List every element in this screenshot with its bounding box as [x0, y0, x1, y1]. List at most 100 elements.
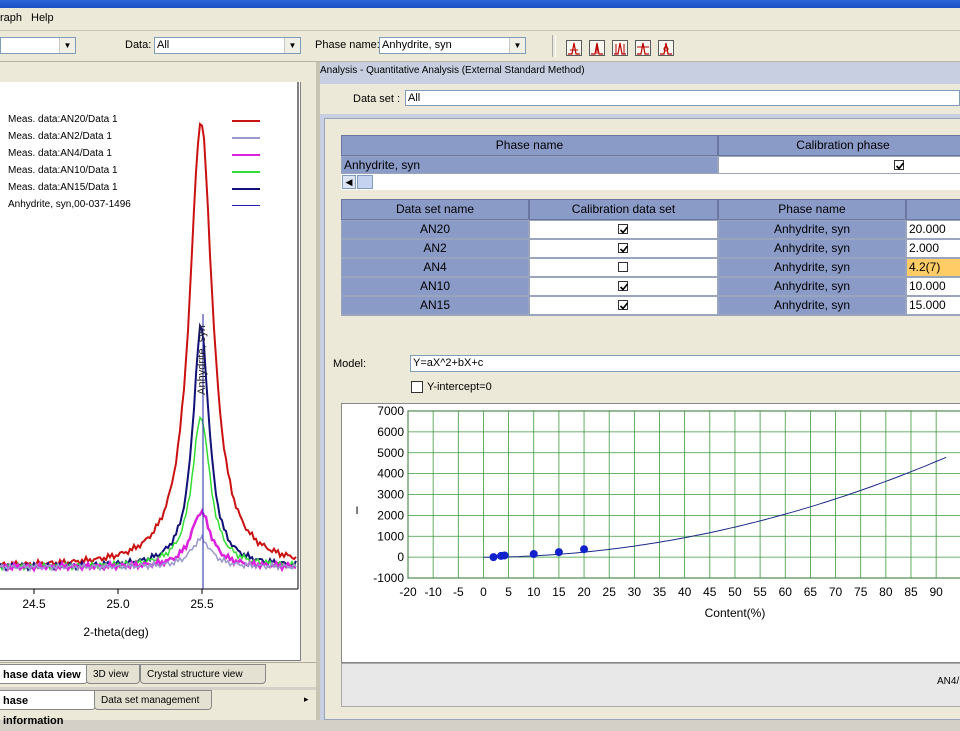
peak-icon [637, 42, 649, 55]
calibration-data-checkbox[interactable] [618, 300, 629, 310]
data-row-phase[interactable]: Anhydrite, syn [718, 258, 906, 277]
data-combo[interactable]: All ▼ [154, 37, 301, 54]
menu-graph[interactable]: raph [0, 12, 22, 24]
dataset-label: Data set : [353, 93, 401, 105]
tab-phase-data-view[interactable]: hase data view [0, 664, 88, 684]
dataset-row: Data set : All [320, 84, 960, 114]
data-point[interactable] [489, 553, 498, 562]
calibration-chart-canvas: -20 -10 -5 0 5 10 15 20 25 30 35 40 45 50 55 60 65 70 75 80… [355, 404, 960, 620]
data-row-calibration[interactable] [529, 239, 718, 258]
x-tick-label: 55 [753, 585, 767, 599]
calibration-data-checkbox[interactable] [618, 224, 629, 234]
data-row-content[interactable]: 2.000 [906, 239, 960, 258]
calibration-data-checkbox[interactable] [618, 281, 629, 291]
data-row-calibration[interactable] [529, 296, 718, 315]
x-tick-label: 70 [829, 585, 843, 599]
data-row-phase[interactable]: Anhydrite, syn [718, 220, 906, 239]
data-row-content[interactable]: 4.2(7) [906, 258, 960, 277]
chart-footer: AN4/ [341, 663, 960, 707]
phase-table-cell-name[interactable]: Anhydrite, syn [341, 156, 718, 174]
y-axis-label: I [355, 505, 358, 517]
y-tick-label: 5000 [377, 446, 404, 460]
data-row-content[interactable]: 10.000 [906, 277, 960, 296]
peak-icon [591, 42, 603, 55]
x-tick-label: 45 [703, 585, 717, 599]
data-point[interactable] [500, 551, 509, 560]
tab-phase-information[interactable]: hase information [0, 690, 96, 727]
data-point[interactable] [529, 549, 538, 558]
x-tick-label: 20 [577, 585, 591, 599]
data-row-name[interactable]: AN15 [341, 296, 529, 315]
chevron-right-icon[interactable]: ▸ [304, 694, 309, 705]
data-row-calibration[interactable] [529, 258, 718, 277]
toolbar: ▼ Data: All ▼ Phase name: Anhydrite, syn… [0, 31, 960, 62]
phase-table-scrollbar[interactable]: ◀ [341, 174, 960, 190]
phase-table-cell-calibration[interactable] [718, 156, 960, 174]
y-tick-label: 6000 [377, 425, 404, 439]
data-row-phase[interactable]: Anhydrite, syn [718, 296, 906, 315]
data-row-content[interactable]: 20.000 [906, 220, 960, 239]
peak-tool-5-button[interactable] [658, 40, 674, 56]
data-row-name[interactable]: AN2 [341, 239, 529, 258]
peak-tool-3-button[interactable] [612, 40, 628, 56]
view-tabs: hase data view 3D view Crystal structure… [0, 662, 316, 687]
peak-tool-1-button[interactable] [566, 40, 582, 56]
y-intercept-checkbox[interactable] [411, 381, 423, 393]
phase-table-header-name: Phase name [341, 135, 718, 156]
data-row-name[interactable]: AN4 [341, 258, 529, 277]
x-tick-label: 50 [728, 585, 742, 599]
model-input[interactable]: Y=aX^2+bX+c [410, 355, 960, 372]
chevron-down-icon[interactable]: ▼ [59, 38, 75, 53]
calibration-chart[interactable]: -20 -10 -5 0 5 10 15 20 25 30 35 40 45 50 55 60 65 70 75 80… [341, 403, 960, 663]
scroll-thumb[interactable] [357, 175, 373, 189]
data-row-content[interactable]: 15.000 [906, 296, 960, 315]
left-combo[interactable]: ▼ [0, 37, 76, 54]
data-point[interactable] [580, 545, 589, 554]
y-tick-label: -1000 [373, 571, 404, 585]
tab-data-set-management[interactable]: Data set management [94, 690, 212, 710]
x-tick-label: 75 [854, 585, 868, 599]
peak-tool-2-button[interactable] [589, 40, 605, 56]
data-row-name[interactable]: AN20 [341, 220, 529, 239]
y-tick-label: 7000 [377, 404, 404, 418]
data-row-calibration[interactable] [529, 220, 718, 239]
tab-3d-view[interactable]: 3D view [86, 664, 140, 684]
data-row-phase[interactable]: Anhydrite, syn [718, 239, 906, 258]
calibration-data-checkbox[interactable] [618, 243, 629, 253]
x-axis-label: 2-theta(deg) [83, 625, 148, 639]
diffraction-plot-canvas: 24.5 25.0 25.5 Anhydrite, syn 2-theta(deg) [0, 82, 299, 639]
x-tick-label: 10 [527, 585, 541, 599]
chevron-down-icon[interactable]: ▼ [509, 38, 525, 53]
diffraction-plot[interactable]: Meas. data:AN20/Data 1 Meas. data:AN2/Dat… [0, 82, 301, 661]
x-tick-label: 65 [804, 585, 818, 599]
peak-tool-4-button[interactable] [635, 40, 651, 56]
toolbar-separator [552, 35, 556, 57]
chevron-down-icon[interactable]: ▼ [284, 38, 300, 53]
x-tick-label: 25.5 [190, 597, 214, 611]
analysis-pane: Analysis - Quantitative Analysis (Extern… [320, 62, 960, 720]
x-tick-label: 25 [603, 585, 617, 599]
peak-label: Anhydrite, syn [196, 325, 208, 395]
x-tick-label: 85 [904, 585, 918, 599]
menu-help[interactable]: Help [31, 12, 54, 24]
check-icon [619, 245, 629, 253]
phase-name-label: Phase name: [315, 39, 380, 51]
check-icon [895, 162, 905, 170]
data-table-empty-area [341, 315, 960, 346]
phase-table-header-calibration: Calibration phase [718, 135, 960, 156]
data-row-name[interactable]: AN10 [341, 277, 529, 296]
calibration-phase-checkbox[interactable] [894, 160, 905, 170]
check-icon [619, 283, 629, 291]
diffraction-series-line [0, 415, 297, 572]
calibration-data-checkbox[interactable] [618, 262, 628, 272]
data-row-phase[interactable]: Anhydrite, syn [718, 277, 906, 296]
data-point[interactable] [554, 548, 563, 557]
y-intercept-label: Y-intercept=0 [427, 381, 492, 393]
data-row-calibration[interactable] [529, 277, 718, 296]
fit-curve [483, 456, 947, 558]
tab-crystal-structure-view[interactable]: Crystal structure view [140, 664, 266, 684]
chevron-left-icon[interactable]: ◀ [342, 175, 356, 189]
phase-name-combo[interactable]: Anhydrite, syn ▼ [379, 37, 526, 54]
x-tick-label: 15 [552, 585, 566, 599]
dataset-input[interactable]: All [405, 90, 960, 106]
